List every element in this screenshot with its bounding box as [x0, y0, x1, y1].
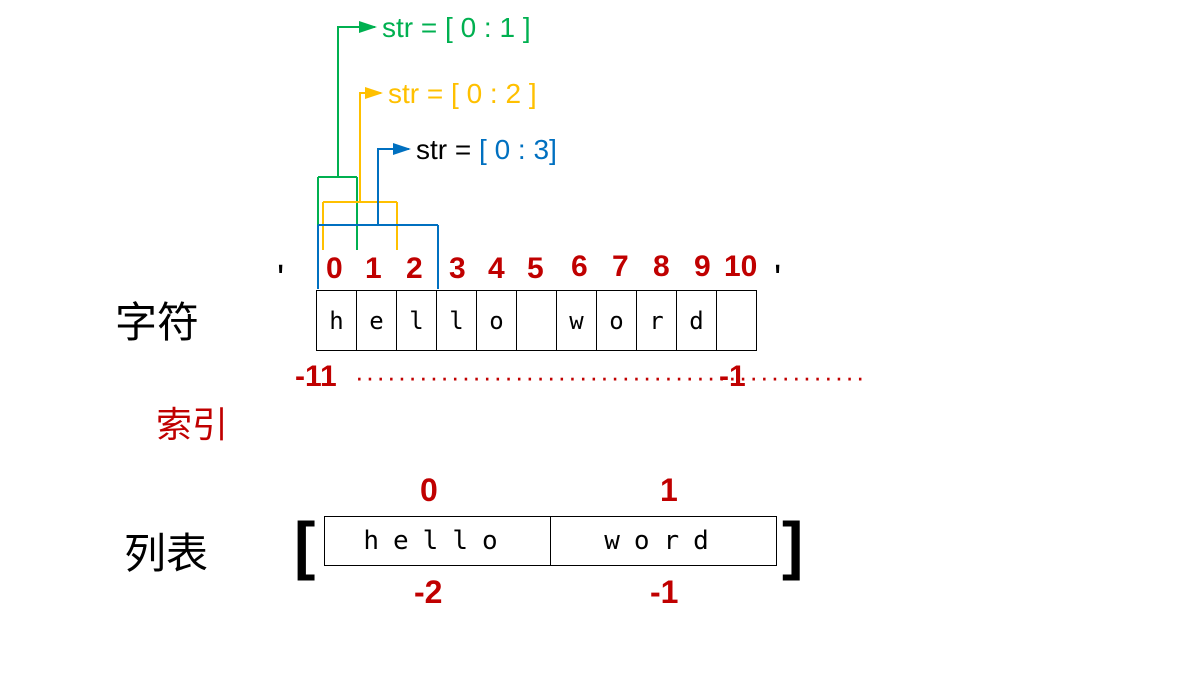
list-cell: hello	[325, 517, 551, 565]
string-cell	[717, 291, 756, 350]
list-pos-idx-1: 1	[660, 472, 678, 509]
list-neg-idx-1: -1	[650, 574, 678, 611]
bracket-right: ]	[782, 508, 803, 582]
pos-idx-3: 3	[449, 252, 466, 286]
string-cell: l	[397, 291, 437, 350]
string-cells: h e l l o w o r d	[316, 290, 757, 351]
pos-idx-8: 8	[653, 250, 670, 284]
pos-idx-10: 10	[724, 250, 757, 284]
string-cell: h	[317, 291, 357, 350]
pos-idx-2: 2	[406, 252, 423, 286]
neg-idx-left: -11	[295, 360, 337, 394]
neg-idx-dots: ········································…	[355, 362, 867, 393]
pos-idx-0: 0	[326, 252, 343, 286]
list-pos-idx-0: 0	[420, 472, 438, 509]
slice-label-02: str = [ 0 : 2 ]	[388, 78, 537, 110]
label-string: 字符	[115, 289, 199, 350]
string-cell: o	[477, 291, 517, 350]
pos-idx-6: 6	[571, 250, 588, 284]
quote-left: '	[277, 258, 284, 301]
slice-label-03: str = [ 0 : 3]	[416, 134, 557, 166]
pos-idx-5: 5	[527, 252, 544, 286]
string-cell: e	[357, 291, 397, 350]
label-index: 索引	[156, 396, 228, 448]
string-cell	[517, 291, 557, 350]
string-cell: d	[677, 291, 717, 350]
pos-idx-9: 9	[694, 250, 711, 284]
string-cell: l	[437, 291, 477, 350]
slice-label-01: str = [ 0 : 1 ]	[382, 12, 531, 44]
pos-idx-4: 4	[488, 252, 505, 286]
label-list: 列表	[124, 520, 208, 581]
pos-idx-1: 1	[365, 252, 382, 286]
list-cells: hello word	[324, 516, 777, 566]
bracket-left: [	[294, 508, 315, 582]
list-neg-idx-0: -2	[414, 574, 442, 611]
list-cell: word	[551, 517, 776, 565]
pos-idx-7: 7	[612, 250, 629, 284]
quote-right: '	[774, 258, 781, 301]
string-cell: w	[557, 291, 597, 350]
neg-idx-right: -1	[719, 360, 746, 394]
string-cell: o	[597, 291, 637, 350]
string-cell: r	[637, 291, 677, 350]
